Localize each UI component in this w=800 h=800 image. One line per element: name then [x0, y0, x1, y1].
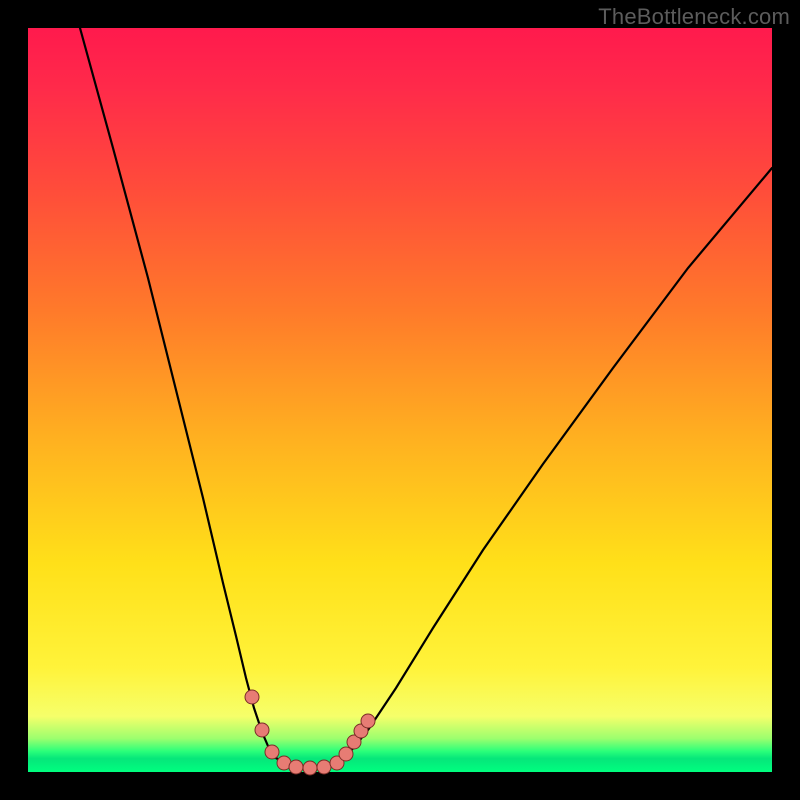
chart-frame: TheBottleneck.com — [0, 0, 800, 800]
curve-layer — [28, 28, 772, 772]
curve-marker — [255, 723, 269, 737]
curve-markers — [245, 690, 375, 775]
curve-marker — [361, 714, 375, 728]
bottleneck-curve — [80, 28, 772, 768]
curve-marker — [245, 690, 259, 704]
watermark-text: TheBottleneck.com — [598, 4, 790, 30]
curve-marker — [289, 760, 303, 774]
curve-marker — [303, 761, 317, 775]
curve-marker — [317, 760, 331, 774]
curve-marker — [265, 745, 279, 759]
plot-area — [28, 28, 772, 772]
curve-marker — [339, 747, 353, 761]
